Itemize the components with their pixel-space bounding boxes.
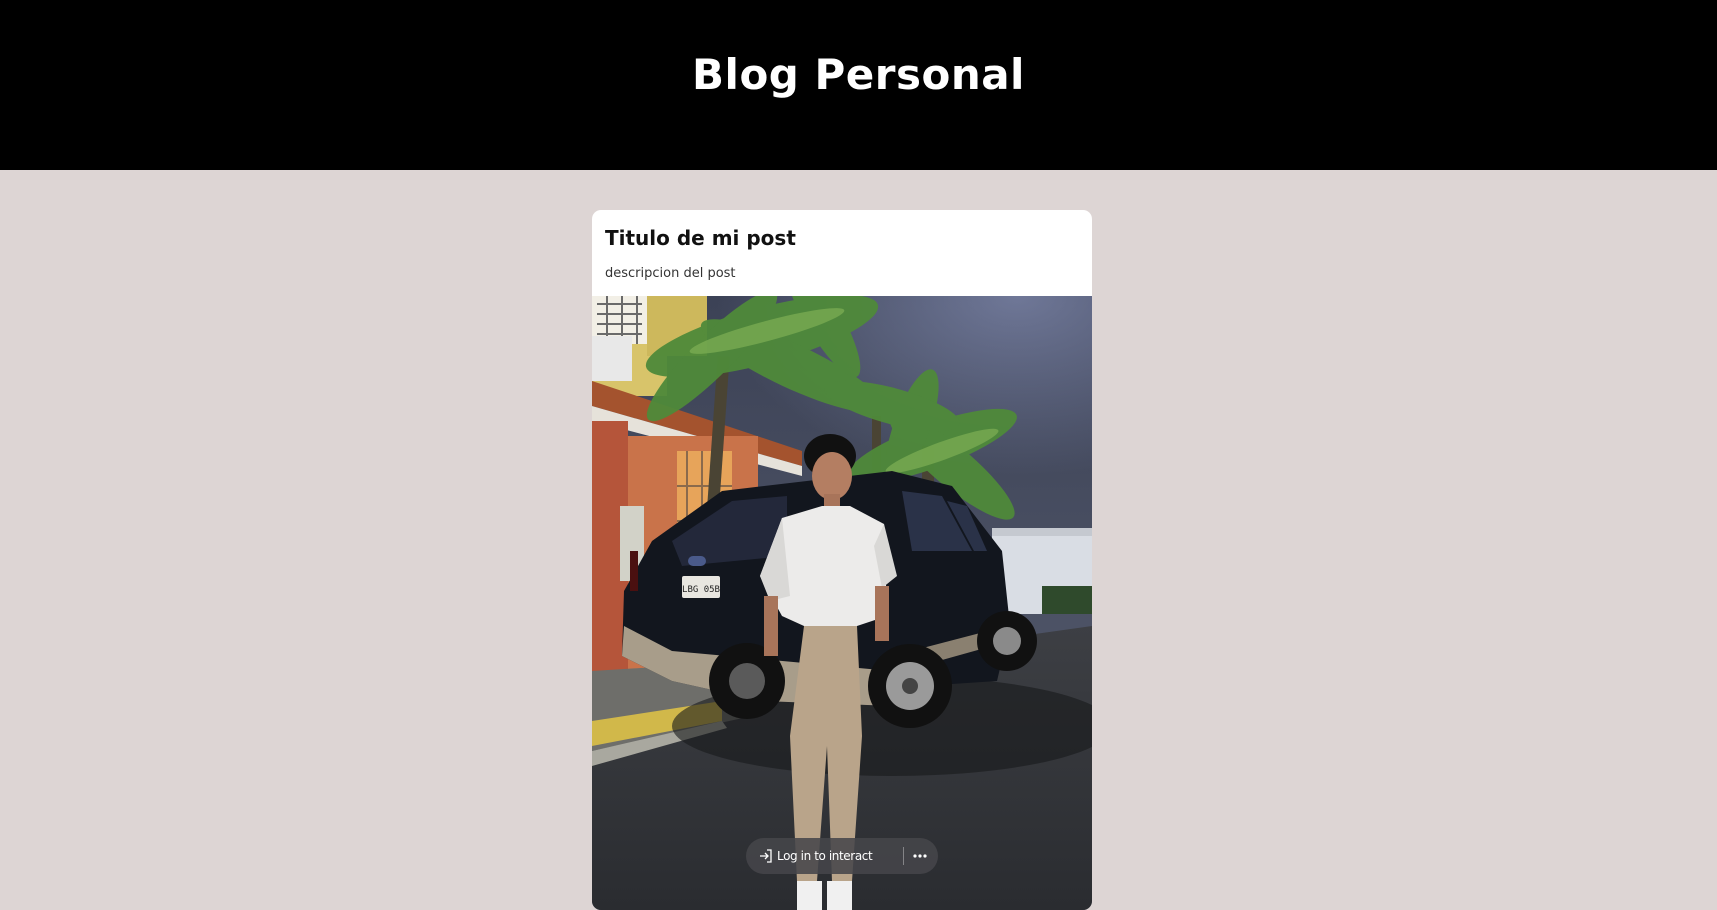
license-plate-text: LBG 05B (682, 585, 720, 595)
login-label[interactable]: Log in to interact (777, 849, 873, 863)
post-title: Titulo de mi post (605, 226, 796, 250)
site-title: Blog Personal (692, 50, 1025, 99)
login-icon (760, 849, 772, 863)
more-dots-icon[interactable] (910, 846, 930, 866)
login-overlay[interactable]: Log in to interact (746, 838, 938, 874)
post-card: Titulo de mi post descripcion del post L… (592, 210, 1092, 910)
post-description: descripcion del post (605, 266, 736, 281)
overlay-divider (903, 847, 904, 865)
post-image[interactable]: LBG 05B (592, 296, 1092, 910)
site-header: Blog Personal (0, 0, 1717, 170)
